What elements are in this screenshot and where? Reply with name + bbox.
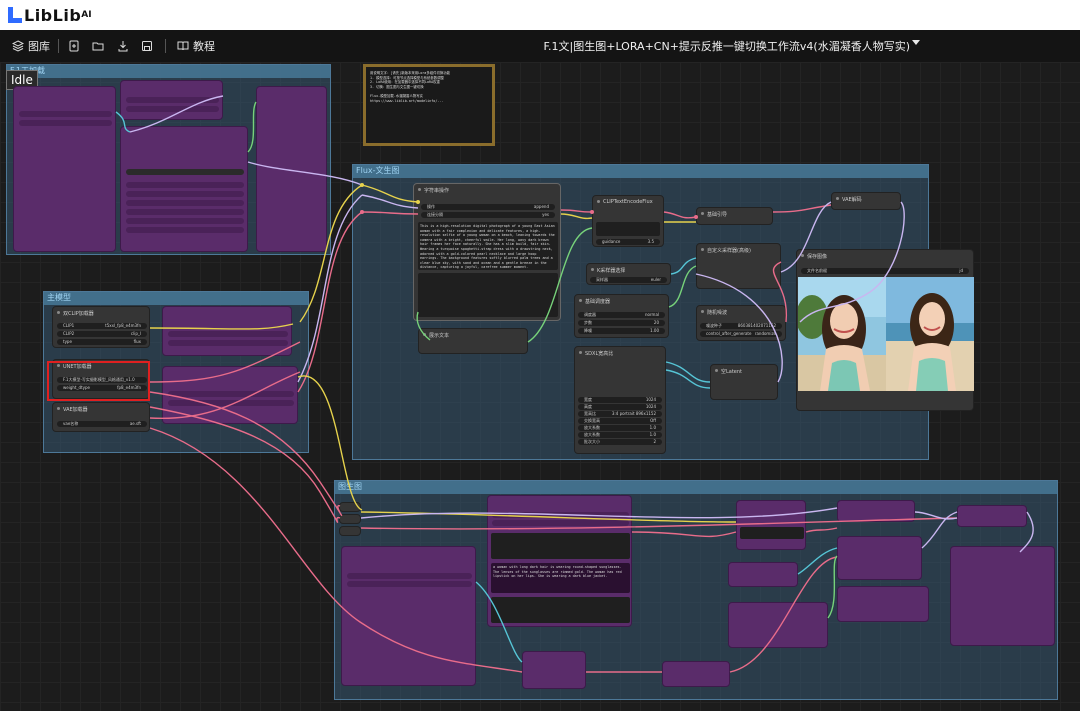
wire-socket[interactable] — [590, 210, 594, 214]
logo-icon — [8, 7, 22, 23]
book-icon — [177, 41, 189, 51]
save-icon — [142, 41, 152, 51]
wire — [797, 547, 838, 575]
workflow-title[interactable]: F.1文|图生图+LORA+CN+提示反推一键切换工作流v4(水湄凝香人物写实) — [543, 38, 910, 54]
toolbar-divider — [165, 39, 166, 53]
new-workflow-button[interactable] — [68, 38, 80, 54]
wire — [805, 527, 838, 533]
brand-bar: LibLib AI — [0, 0, 1080, 30]
wire — [297, 194, 363, 383]
liblib-logo[interactable]: LibLib AI — [8, 5, 92, 25]
logo-text: LibLib — [24, 5, 82, 25]
wire — [1019, 511, 1034, 553]
wire-socket[interactable] — [694, 215, 698, 219]
library-button[interactable]: 图库 — [12, 38, 50, 54]
wire-socket[interactable] — [416, 200, 420, 204]
download-icon — [118, 41, 128, 52]
wire — [149, 323, 294, 330]
open-folder-button[interactable] — [92, 38, 104, 54]
wire — [527, 227, 593, 343]
wire-socket[interactable] — [360, 210, 364, 214]
new-file-icon — [69, 40, 79, 52]
wire — [560, 213, 593, 220]
wire — [361, 211, 419, 215]
wire — [670, 257, 697, 275]
wire — [149, 341, 301, 383]
wire — [149, 391, 343, 517]
wire — [129, 95, 224, 133]
wire — [729, 556, 838, 673]
wire — [297, 375, 363, 511]
wire — [297, 211, 363, 393]
save-button[interactable] — [141, 38, 153, 54]
wire — [247, 101, 257, 153]
wire — [360, 517, 958, 530]
download-button[interactable] — [117, 38, 129, 54]
node-canvas[interactable]: F.1工加载 主模型 Flux-文生图 图生图 Idle 用说明文字：[请先]新… — [0, 62, 1080, 711]
folder-icon — [92, 42, 104, 51]
logo-sup: AI — [81, 10, 92, 20]
wire — [247, 161, 363, 186]
wire — [361, 184, 419, 203]
chevron-down-icon[interactable] — [912, 40, 920, 45]
tutorial-label: 教程 — [193, 40, 215, 53]
wire — [631, 531, 737, 538]
wire — [560, 209, 593, 213]
wire — [827, 555, 838, 619]
library-label: 图库 — [28, 40, 50, 53]
layers-icon — [12, 40, 24, 52]
wire — [360, 507, 838, 519]
wire — [663, 211, 697, 219]
wire — [695, 273, 783, 383]
toolbar: 图库 教程 F.1文|图生图+LORA+CN+提示反推一键切换工作流v4(水湄凝… — [0, 30, 1080, 62]
wire — [475, 581, 523, 663]
wire — [416, 311, 431, 341]
tutorial-button[interactable]: 教程 — [177, 38, 215, 54]
wire — [149, 427, 523, 673]
wire — [149, 406, 341, 523]
wire — [115, 111, 131, 133]
wire-socket[interactable] — [360, 183, 364, 187]
wire-layer — [115, 95, 1034, 673]
wire — [780, 201, 832, 273]
toolbar-divider — [58, 39, 59, 53]
wire — [668, 265, 697, 308]
